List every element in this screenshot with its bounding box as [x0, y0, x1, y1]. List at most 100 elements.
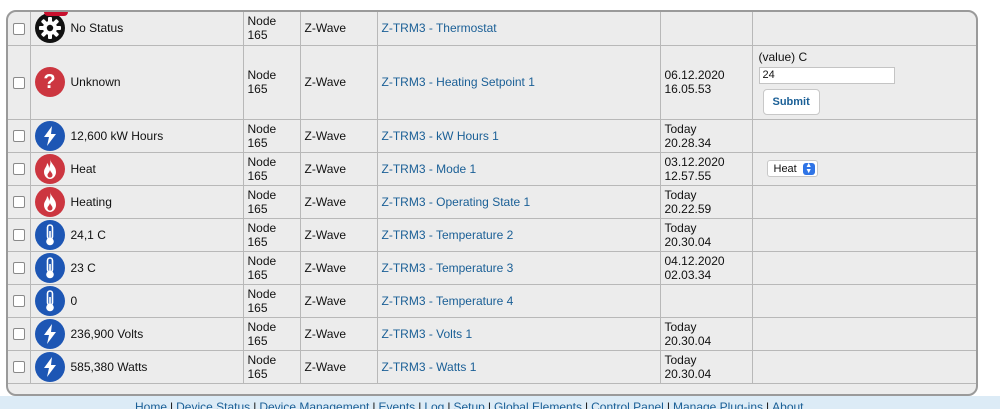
device-node: Node 165: [247, 319, 277, 348]
thermometer-icon: [34, 219, 65, 250]
device-status: Heating: [70, 194, 112, 209]
thermometer-icon: [34, 285, 65, 316]
device-row: 585,380 Watts Node 165 Z-Wave Z-TRM3 - Watt…: [8, 349, 976, 384]
device-type: Z-Wave: [304, 21, 347, 36]
device-type: Z-Wave: [304, 194, 347, 209]
footer-separator: |: [447, 400, 451, 409]
device-name-link[interactable]: Z-TRM3 - Volts 1: [382, 327, 473, 341]
footer-link[interactable]: Device Status: [176, 400, 250, 409]
device-row: 0 Node 165 Z-Wave Z-TRM3 - Temperature 4: [8, 283, 976, 318]
device-name-link[interactable]: Z-TRM3 - Temperature 3: [382, 261, 514, 275]
footer-separator: |: [487, 400, 491, 409]
setpoint-value-label: (value) C: [758, 49, 808, 64]
row-select-checkbox[interactable]: [13, 229, 25, 242]
device-status: 585,380 Watts: [70, 359, 148, 374]
last-change-date: Today: [664, 187, 697, 202]
mode-select[interactable]: Heat ▲ ▼: [766, 160, 818, 177]
footer-separator: |: [253, 400, 257, 409]
last-change-date: Today: [664, 220, 697, 235]
last-change-date: 03.12.2020: [664, 154, 725, 169]
row-select-checkbox[interactable]: [13, 23, 25, 36]
footer-separator: |: [170, 400, 174, 409]
device-row: Heat Node 165 Z-Wave Z-TRM3 - Mode 1 03.12.2…: [8, 151, 976, 186]
device-node: Node 165: [247, 154, 277, 183]
footer-link[interactable]: Home: [135, 400, 167, 409]
last-change-time: 20.22.59: [664, 201, 712, 216]
setpoint-value-input[interactable]: [758, 66, 895, 84]
device-name-link[interactable]: Z-TRM3 - Heating Setpoint 1: [382, 75, 535, 89]
device-node: Node 165: [247, 286, 277, 315]
device-status: 23 C: [70, 260, 96, 275]
device-status: No Status: [70, 21, 124, 36]
gear-icon: [34, 13, 65, 44]
device-table-panel: No Status Node 165 Z-Wave Z-TRM3 - Thermost…: [6, 10, 978, 396]
footer-separator: |: [666, 400, 670, 409]
row-select-checkbox[interactable]: [13, 130, 25, 143]
bolt-icon: [34, 120, 65, 151]
last-change-time: 20.30.04: [664, 366, 712, 381]
footer-link[interactable]: Manage Plug-ins: [673, 400, 763, 409]
row-select-checkbox[interactable]: [13, 262, 25, 275]
device-row: Heating Node 165 Z-Wave Z-TRM3 - Operating …: [8, 184, 976, 219]
device-name-link[interactable]: Z-TRM3 - Temperature 4: [382, 294, 514, 308]
device-table: No Status Node 165 Z-Wave Z-TRM3 - Thermost…: [8, 12, 976, 384]
last-change-time: 20.28.34: [664, 135, 712, 150]
device-node: Node 165: [247, 121, 277, 150]
flame-icon: [34, 153, 65, 184]
row-select-checkbox[interactable]: [13, 196, 25, 209]
footer-link[interactable]: About: [772, 400, 803, 409]
row-select-checkbox[interactable]: [13, 361, 25, 374]
previous-row-icon-edge: [44, 12, 68, 16]
row-select-checkbox[interactable]: [13, 295, 25, 308]
device-type: Z-Wave: [304, 260, 347, 275]
bolt-icon: [34, 318, 65, 349]
bolt-icon: [34, 351, 65, 382]
footer-link[interactable]: Log: [424, 400, 444, 409]
last-change-time: 20.30.04: [664, 333, 712, 348]
footer-link[interactable]: Device Management: [259, 400, 369, 409]
flame-icon: [34, 186, 65, 217]
question-icon: ?: [34, 67, 65, 97]
device-row: ? Unknown Node 165 Z-Wave Z-TRM3 - Heating S…: [8, 44, 976, 120]
device-row: No Status Node 165 Z-Wave Z-TRM3 - Thermost…: [8, 12, 976, 46]
last-change-date: 06.12.2020: [664, 68, 725, 82]
row-select-checkbox[interactable]: [13, 328, 25, 341]
device-name-link[interactable]: Z-TRM3 - kW Hours 1: [382, 129, 499, 143]
footer-separator: |: [418, 400, 422, 409]
row-select-checkbox[interactable]: [13, 76, 25, 89]
footer-link[interactable]: Control Panel: [591, 400, 664, 409]
last-change-time: 02.03.34: [664, 267, 712, 282]
footer-separator: |: [585, 400, 589, 409]
thermometer-icon: [34, 252, 65, 283]
device-name-link[interactable]: Z-TRM3 - Thermostat: [382, 21, 497, 35]
device-node: Node 165: [247, 68, 277, 96]
device-type: Z-Wave: [304, 359, 347, 374]
last-change-date: Today: [664, 352, 697, 367]
device-node: Node 165: [247, 14, 277, 43]
footer-link[interactable]: Setup: [453, 400, 484, 409]
last-change-time: 16.05.53: [664, 82, 712, 96]
device-name-link[interactable]: Z-TRM3 - Watts 1: [382, 360, 477, 374]
device-type: Z-Wave: [304, 161, 347, 176]
footer-link[interactable]: Events: [379, 400, 416, 409]
footer-nav: Home | Device Status | Device Management | Eve…: [0, 396, 1000, 409]
row-select-checkbox[interactable]: [13, 163, 25, 176]
footer-link[interactable]: Global Elements: [494, 400, 582, 409]
submit-button[interactable]: Submit: [762, 88, 820, 115]
last-change-time: 12.57.55: [664, 168, 712, 183]
device-node: Node 165: [247, 352, 277, 381]
device-status: 24,1 C: [70, 227, 106, 242]
last-change-date: Today: [664, 319, 697, 334]
device-node: Node 165: [247, 187, 277, 216]
select-arrows-icon: ▲ ▼: [802, 162, 815, 175]
device-type: Z-Wave: [304, 75, 347, 89]
device-name-link[interactable]: Z-TRM3 - Mode 1: [382, 162, 477, 176]
device-type: Z-Wave: [304, 128, 347, 143]
device-name-link[interactable]: Z-TRM3 - Operating State 1: [382, 195, 531, 209]
device-row: 236,900 Volts Node 165 Z-Wave Z-TRM3 - Volt…: [8, 316, 976, 351]
device-type: Z-Wave: [304, 326, 347, 341]
device-status: 12,600 kW Hours: [70, 128, 164, 143]
device-name-link[interactable]: Z-TRM3 - Temperature 2: [382, 228, 514, 242]
mode-select-value: Heat: [773, 162, 797, 175]
device-node: Node 165: [247, 253, 277, 282]
